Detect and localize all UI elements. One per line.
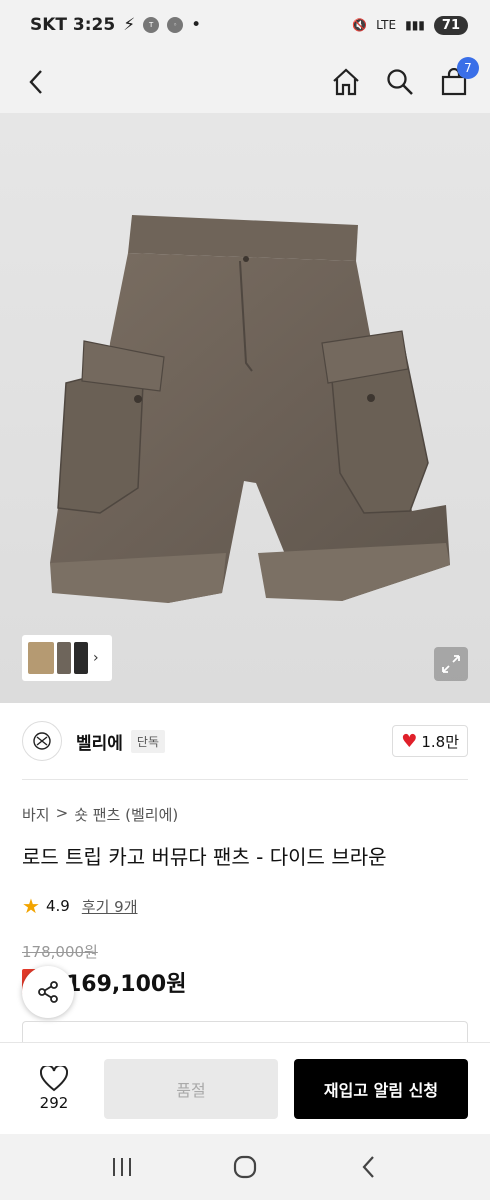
product-image[interactable]: ›	[0, 113, 490, 703]
chat-icon: ◦	[167, 17, 184, 33]
home-icon	[333, 68, 359, 95]
thumbnail-strip[interactable]: ›	[22, 635, 112, 681]
chevron-left-icon	[29, 69, 42, 94]
chevron-right-icon: ›	[93, 650, 99, 666]
thumbnail-brown[interactable]	[57, 642, 71, 674]
search-button[interactable]	[384, 66, 416, 98]
talk-icon: T	[143, 17, 160, 33]
flash-icon: ⚡	[123, 15, 136, 35]
exclusive-badge: 단독	[130, 729, 166, 753]
product-title: 로드 트립 카고 버뮤다 팬츠 - 다이드 브라운	[22, 845, 387, 869]
wishlist-button[interactable]: 292	[22, 1065, 86, 1112]
app-header: 7	[0, 50, 490, 113]
brand-like-button[interactable]: ♥ 1.8만	[392, 725, 468, 757]
status-time: SKT 3:25	[30, 15, 116, 35]
divider	[22, 779, 468, 780]
star-icon: ★	[22, 894, 40, 918]
share-button[interactable]	[22, 966, 74, 1018]
brand-name[interactable]: 벨리에	[76, 729, 123, 754]
recent-apps-icon	[112, 1158, 131, 1176]
expand-icon	[442, 655, 460, 673]
brand-like-count: 1.8만	[421, 732, 459, 751]
brand-logo-icon	[33, 732, 51, 750]
share-icon	[38, 981, 58, 1003]
rating-value: 4.9	[45, 897, 70, 915]
home-button[interactable]	[330, 66, 362, 98]
cart-button[interactable]: 7	[438, 56, 479, 98]
thumbnail-black[interactable]	[74, 642, 88, 674]
breadcrumb-subcategory[interactable]: 숏 팬츠 (벨리에)	[74, 804, 178, 825]
network-label: LTE	[376, 18, 397, 32]
back-nav-button[interactable]	[348, 1147, 388, 1187]
wishlist-count: 292	[39, 1093, 69, 1112]
home-circle-icon	[233, 1155, 257, 1179]
review-count-link[interactable]: 후기 9개	[82, 896, 138, 917]
bottom-action-bar: 292 품절 재입고 알림 신청	[0, 1042, 490, 1134]
expand-image-button[interactable]	[434, 647, 468, 681]
home-nav-button[interactable]	[225, 1147, 265, 1187]
cargo-shorts-image	[50, 215, 450, 603]
breadcrumb: 바지 > 숏 팬츠 (벨리에)	[22, 804, 178, 825]
recent-apps-button[interactable]	[102, 1147, 142, 1187]
brand-row[interactable]: 벨리에 단독 ♥ 1.8만	[22, 718, 468, 764]
back-chevron-icon	[362, 1156, 375, 1178]
battery-indicator: 71	[433, 15, 468, 35]
search-icon	[387, 68, 413, 95]
restock-alert-button[interactable]: 재입고 알림 신청	[294, 1058, 468, 1119]
back-button[interactable]	[20, 66, 52, 98]
system-nav-bar	[0, 1134, 490, 1200]
rating-row: ★ 4.9 후기 9개	[22, 894, 138, 918]
mute-icon: 🔇	[352, 18, 368, 32]
brand-logo[interactable]	[22, 721, 62, 761]
dot-icon: •	[191, 15, 202, 35]
heart-outline-icon	[40, 1065, 68, 1091]
breadcrumb-category[interactable]: 바지	[22, 804, 50, 825]
signal-icon: ▮▮▮	[405, 18, 425, 32]
original-price: 178,000원	[22, 943, 98, 961]
breadcrumb-separator: >	[55, 804, 69, 822]
cart-count-badge: 7	[457, 56, 479, 79]
thumbnail-beige[interactable]	[28, 642, 54, 674]
heart-filled-icon: ♥	[401, 730, 418, 752]
soldout-button: 품절	[104, 1058, 278, 1119]
sale-price: 169,100원	[66, 972, 187, 997]
status-bar: SKT 3:25 ⚡ T ◦ • 🔇 LTE ▮▮▮ 71	[0, 0, 490, 50]
